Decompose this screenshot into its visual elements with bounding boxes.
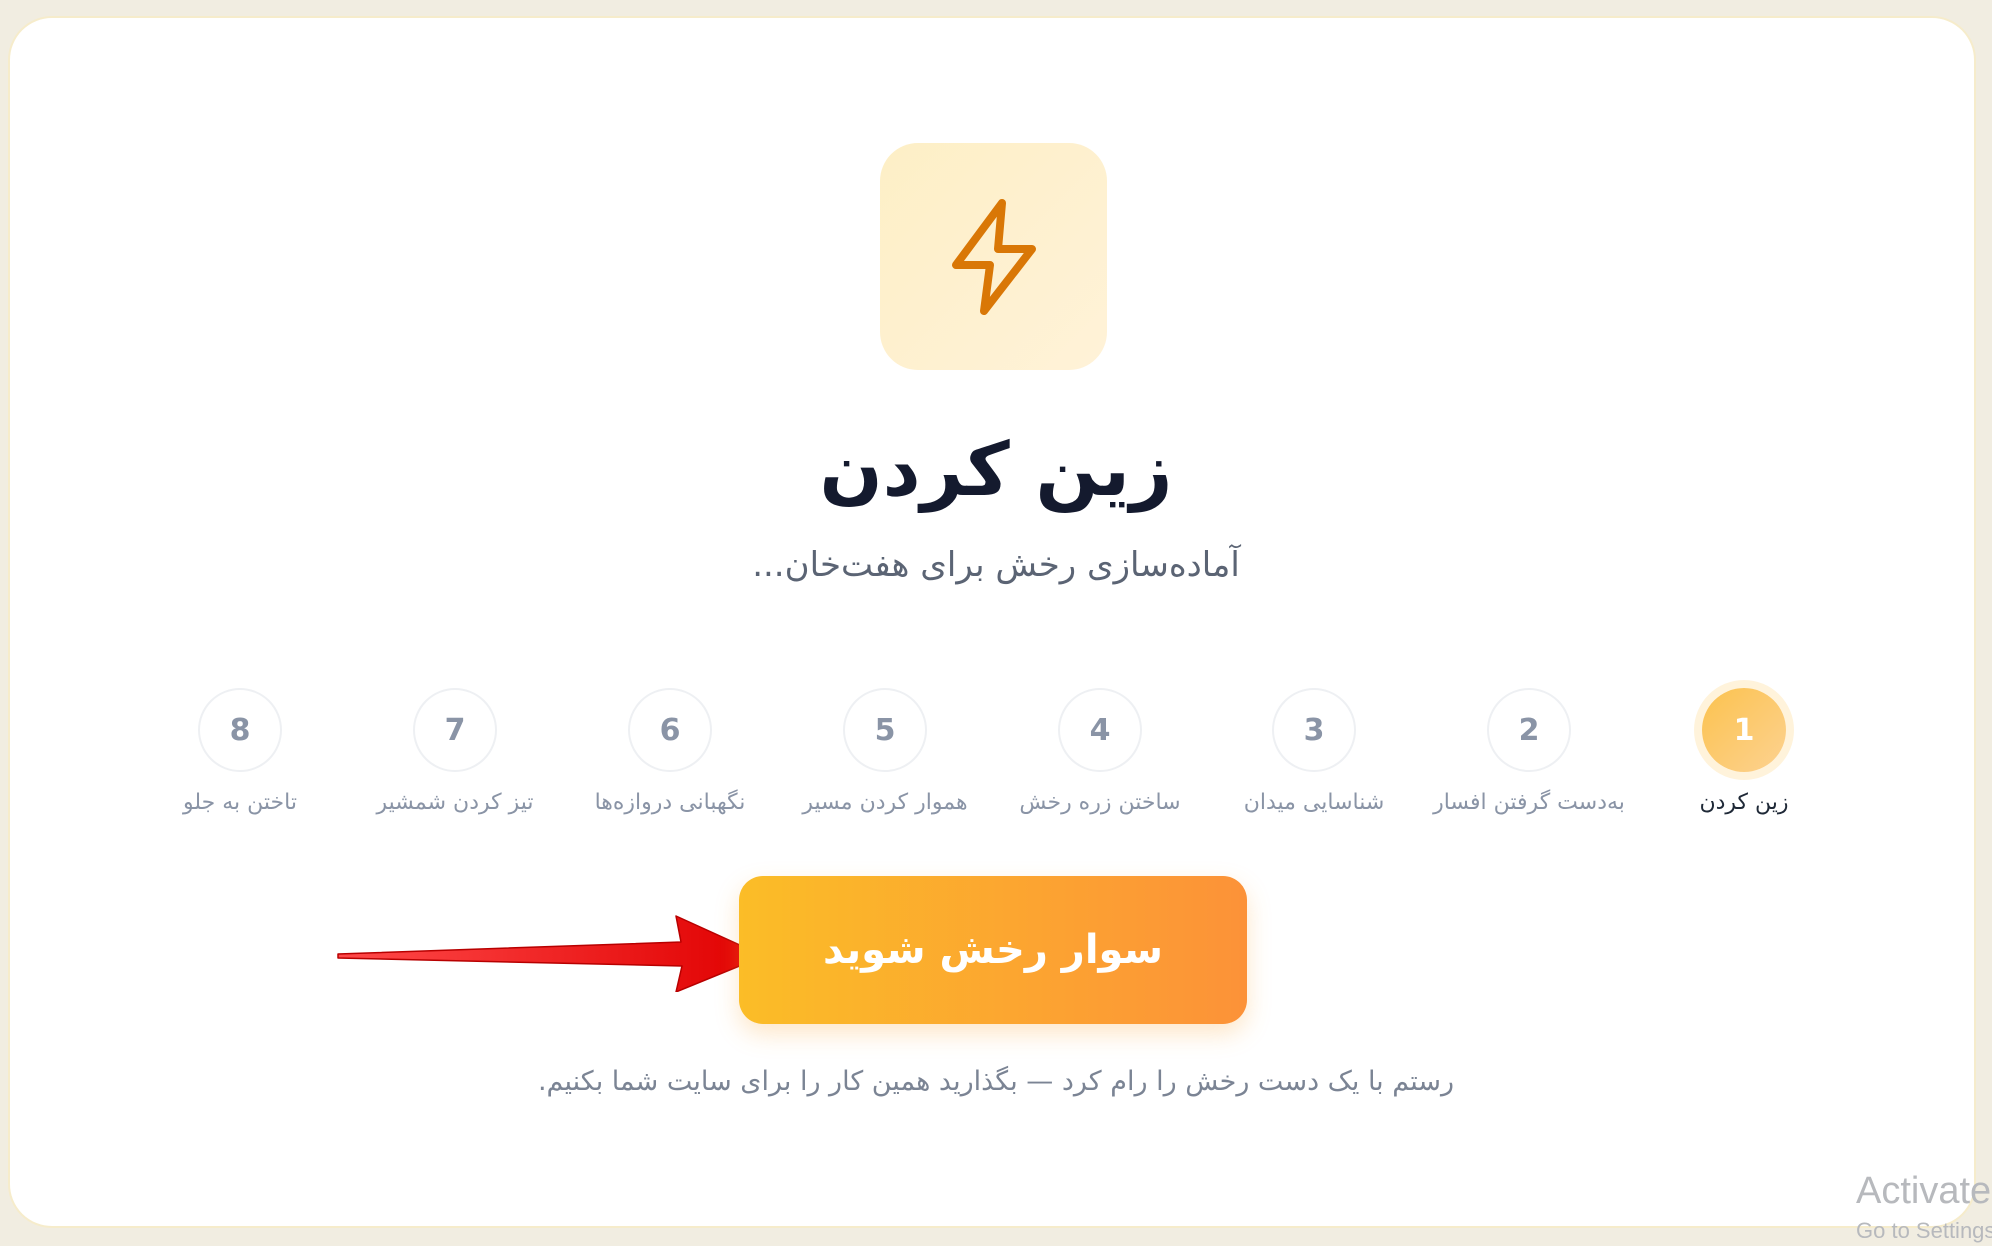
step-label: زین کردن: [1699, 790, 1789, 815]
step-number: 3: [1272, 688, 1356, 772]
step-label: تیز کردن شمشیر: [376, 790, 534, 815]
step-number: 4: [1058, 688, 1142, 772]
pointer-arrow-icon: [337, 915, 765, 992]
step-number: 6: [628, 688, 712, 772]
watermark-line-1: Activate: [1856, 1170, 1992, 1212]
page-subtitle: آماده‌سازی رخش برای هفت‌خان...: [752, 545, 1240, 585]
step-icon-tile: [880, 143, 1107, 370]
step-number: 5: [843, 688, 927, 772]
step-number: 1: [1702, 688, 1786, 772]
step-label: تاختن به جلو: [183, 790, 297, 815]
step-label: نگهبانی دروازه‌ها: [594, 790, 746, 815]
step-2[interactable]: 2 به‌دست گرفتن افسار: [1419, 688, 1639, 818]
watermark-line-2: Go to Settings: [1856, 1218, 1992, 1243]
step-number: 8: [198, 688, 282, 772]
activate-windows-watermark: Activate Go to Settings: [1856, 1166, 1992, 1246]
lightning-bolt-icon: [951, 198, 1036, 315]
step-5[interactable]: 5 هموار کردن مسیر: [775, 688, 995, 818]
step-3[interactable]: 3 شناسایی میدان: [1204, 688, 1424, 818]
step-label: به‌دست گرفتن افسار: [1433, 790, 1625, 815]
ride-rakhsh-button[interactable]: سوار رخش شوید: [739, 876, 1247, 1024]
step-number: 2: [1487, 688, 1571, 772]
footnote-text: رستم با یک دست رخش را رام کرد — بگذارید …: [537, 1066, 1455, 1097]
step-label: ساختن زره رخش: [1019, 790, 1181, 815]
step-number: 7: [413, 688, 497, 772]
step-label: هموار کردن مسیر: [802, 790, 968, 815]
step-7[interactable]: 7 تیز کردن شمشیر: [345, 688, 565, 818]
step-label: شناسایی میدان: [1243, 790, 1385, 815]
page-title: زین کردن: [819, 427, 1173, 513]
step-8[interactable]: 8 تاختن به جلو: [130, 688, 350, 818]
step-6[interactable]: 6 نگهبانی دروازه‌ها: [560, 688, 780, 818]
step-4[interactable]: 4 ساختن زره رخش: [990, 688, 1210, 818]
step-1[interactable]: 1 زین کردن: [1634, 688, 1854, 818]
